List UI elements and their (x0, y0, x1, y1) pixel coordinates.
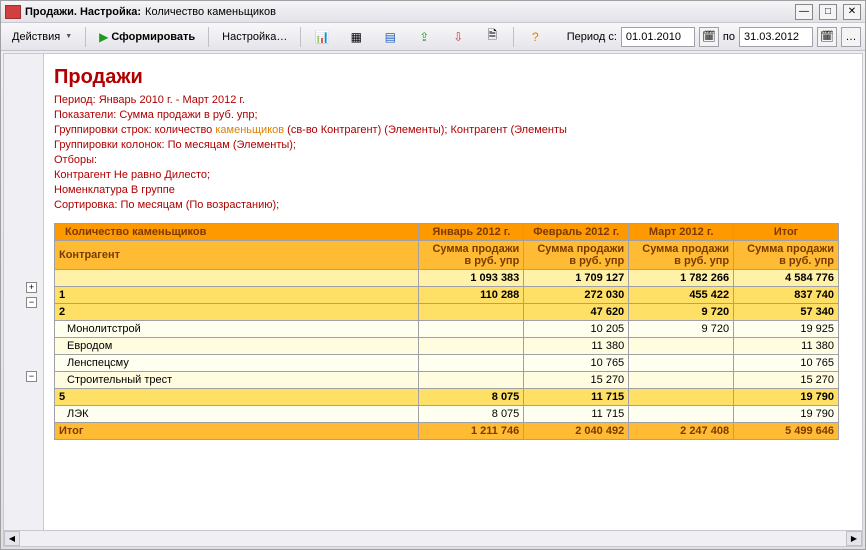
detail-row[interactable]: Евродом 11 380 11 380 (55, 338, 839, 355)
chart-icon: 📊 (314, 29, 330, 45)
meta-col-groups: Группировки колонок: По месяцам (Элемент… (54, 138, 852, 153)
sub-measure-t: Сумма продажи в руб. упр (734, 241, 839, 270)
grid-icon: ▦ (348, 29, 364, 45)
meta-sort: Сортировка: По месяцам (По возрастанию); (54, 198, 852, 213)
period-from-input[interactable] (621, 27, 695, 47)
report-meta: Период: Январь 2010 г. - Март 2012 г. По… (54, 93, 852, 213)
report-title: Продажи (54, 66, 852, 89)
maximize-button[interactable]: □ (819, 4, 837, 20)
separator (208, 27, 209, 47)
doc-icon: 🗎 (484, 29, 500, 45)
chevron-down-icon: ▼ (65, 33, 72, 40)
content-area: + − − Продажи Период: Январь 2010 г. - М… (3, 53, 863, 547)
calendar-icon: 🗓 (702, 30, 716, 43)
grand-total-row[interactable]: 1 093 383 1 709 127 1 782 266 4 584 776 (55, 270, 839, 287)
tree-toggle-5[interactable]: − (26, 371, 37, 382)
col-row-header: Количество каменьщиков (55, 224, 419, 241)
separator (85, 27, 86, 47)
meta-filter-1: Контрагент Не равно Дилесто; (54, 168, 852, 183)
table-subheader-row: Контрагент Сумма продажи в руб. упр Сумм… (55, 241, 839, 270)
form-button[interactable]: ▶ Сформировать (92, 26, 202, 48)
scroll-track[interactable] (20, 531, 846, 546)
period-to-label: по (723, 31, 735, 43)
list-icon-btn[interactable]: ▤ (375, 26, 405, 48)
chart-icon-btn[interactable]: 📊 (307, 26, 337, 48)
import-icon: ⇩ (450, 29, 466, 45)
footer-total-row[interactable]: Итог 1 211 746 2 040 492 2 247 408 5 499… (55, 423, 839, 440)
tree-toggle-2[interactable]: − (26, 297, 37, 308)
settings-label: Настройка… (222, 31, 287, 43)
doc-icon-btn[interactable]: 🗎 (477, 26, 507, 48)
period-to-picker[interactable]: 🗓 (817, 27, 837, 47)
scroll-right-icon[interactable]: ▶ (846, 531, 862, 546)
meta-filter-2: Номенклатура В группе (54, 183, 852, 198)
app-icon (5, 5, 21, 19)
horizontal-scrollbar[interactable]: ◀ ▶ (4, 530, 862, 546)
meta-row-groups: Группировки строк: количество каменьщико… (54, 123, 852, 138)
meta-measures: Показатели: Сумма продажи в руб. упр; (54, 108, 852, 123)
detail-row[interactable]: Ленспецсму 10 765 10 765 (55, 355, 839, 372)
col-total: Итог (734, 224, 839, 241)
group-row-2[interactable]: 2 47 620 9 720 57 340 (55, 304, 839, 321)
settings-button[interactable]: Настройка… (215, 26, 294, 48)
period-extra-btn[interactable]: … (841, 27, 861, 47)
window-title-main: Продажи. Настройка: (25, 6, 141, 18)
export-icon: ⇪ (416, 29, 432, 45)
col-month-1: Январь 2012 г. (419, 224, 524, 241)
minimize-button[interactable]: — (795, 4, 813, 20)
titlebar: Продажи. Настройка: Количество каменьщик… (1, 1, 865, 23)
period-from-label: Период с: (567, 31, 617, 43)
calendar-icon: 🗓 (820, 30, 834, 43)
col-month-3: Март 2012 г. (629, 224, 734, 241)
import-icon-btn[interactable]: ⇩ (443, 26, 473, 48)
period-to-input[interactable] (739, 27, 813, 47)
detail-row[interactable]: Строительный трест 15 270 15 270 (55, 372, 839, 389)
sub-measure-2: Сумма продажи в руб. упр (524, 241, 629, 270)
actions-menu[interactable]: Действия ▼ (5, 26, 79, 48)
group-row-1[interactable]: 1 110 288 272 030 455 422 837 740 (55, 287, 839, 304)
separator (300, 27, 301, 47)
export-icon-btn[interactable]: ⇪ (409, 26, 439, 48)
report-pane: Продажи Период: Январь 2010 г. - Март 20… (44, 54, 862, 546)
detail-row[interactable]: ЛЭК 8 075 11 715 19 790 (55, 406, 839, 423)
sub-measure-3: Сумма продажи в руб. упр (629, 241, 734, 270)
scroll-left-icon[interactable]: ◀ (4, 531, 20, 546)
window-title-sub: Количество каменьщиков (145, 6, 276, 18)
toolbar: Действия ▼ ▶ Сформировать Настройка… 📊 ▦… (1, 23, 865, 51)
tree-toggle-1[interactable]: + (26, 282, 37, 293)
sub-contragent: Контрагент (55, 241, 419, 270)
col-month-2: Февраль 2012 г. (524, 224, 629, 241)
sub-measure-1: Сумма продажи в руб. упр (419, 241, 524, 270)
list-icon: ▤ (382, 29, 398, 45)
period-from-picker[interactable]: 🗓 (699, 27, 719, 47)
actions-label: Действия (12, 31, 60, 43)
detail-row[interactable]: Монолитстрой 10 205 9 720 19 925 (55, 321, 839, 338)
group-row-5[interactable]: 5 8 075 11 715 19 790 (55, 389, 839, 406)
close-button[interactable]: ✕ (843, 4, 861, 20)
grid-icon-btn[interactable]: ▦ (341, 26, 371, 48)
report-table: Количество каменьщиков Январь 2012 г. Фе… (54, 223, 839, 440)
tree-gutter: + − − (4, 54, 44, 546)
form-label: Сформировать (111, 31, 195, 43)
play-icon: ▶ (99, 30, 108, 44)
table-header-row: Количество каменьщиков Январь 2012 г. Фе… (55, 224, 839, 241)
meta-period: Период: Январь 2010 г. - Март 2012 г. (54, 93, 852, 108)
help-icon: ? (527, 29, 543, 45)
help-button[interactable]: ? (520, 26, 550, 48)
meta-filters: Отборы: (54, 153, 852, 168)
separator (513, 27, 514, 47)
